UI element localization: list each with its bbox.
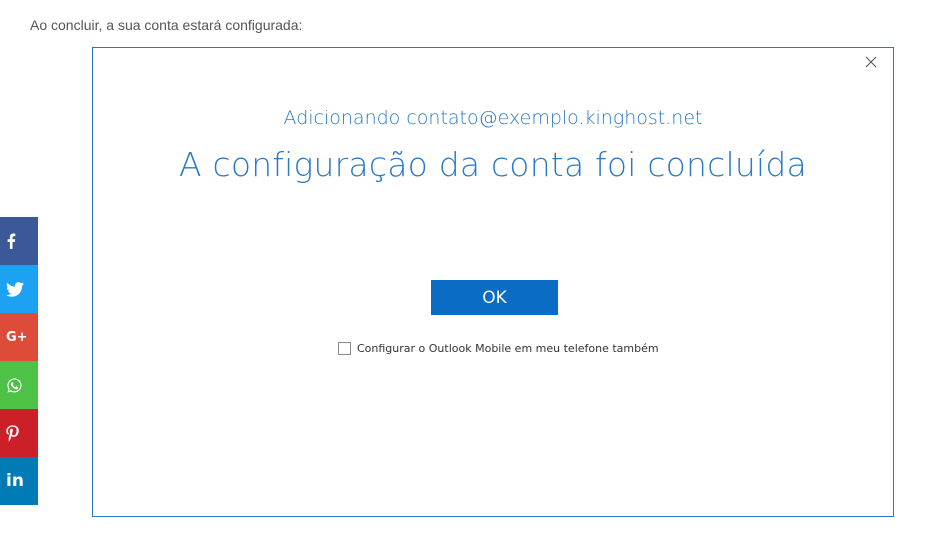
share-twitter-button[interactable]: [0, 265, 38, 313]
share-facebook-button[interactable]: [0, 217, 38, 265]
facebook-icon: [6, 233, 16, 249]
page: Ao concluir, a sua conta estará configur…: [0, 0, 942, 541]
share-whatsapp-button[interactable]: [0, 361, 38, 409]
outlook-mobile-checkbox-label: Configurar o Outlook Mobile em meu telef…: [357, 342, 659, 355]
linkedin-icon: in: [6, 471, 24, 491]
outlook-mobile-checkbox[interactable]: [338, 342, 351, 355]
share-google-plus-button[interactable]: G+: [0, 313, 38, 361]
outlook-mobile-option[interactable]: Configurar o Outlook Mobile em meu telef…: [338, 342, 659, 355]
social-share-bar: G+ in: [0, 217, 38, 505]
close-icon: [865, 56, 879, 68]
pinterest-icon: [6, 424, 19, 442]
share-pinterest-button[interactable]: [0, 409, 38, 457]
share-linkedin-button[interactable]: in: [0, 457, 38, 505]
whatsapp-icon: [6, 377, 23, 394]
account-setup-dialog: Adicionando contato@exemplo.kinghost.net…: [92, 47, 894, 517]
close-button[interactable]: [865, 56, 879, 70]
dialog-subtitle: Adicionando contato@exemplo.kinghost.net: [283, 107, 703, 129]
dialog-title: A configuração da conta foi concluída: [179, 145, 807, 184]
google-plus-icon: G+: [6, 329, 28, 345]
intro-text: Ao concluir, a sua conta estará configur…: [30, 17, 303, 33]
twitter-icon: [6, 281, 24, 297]
ok-button[interactable]: OK: [431, 280, 558, 315]
